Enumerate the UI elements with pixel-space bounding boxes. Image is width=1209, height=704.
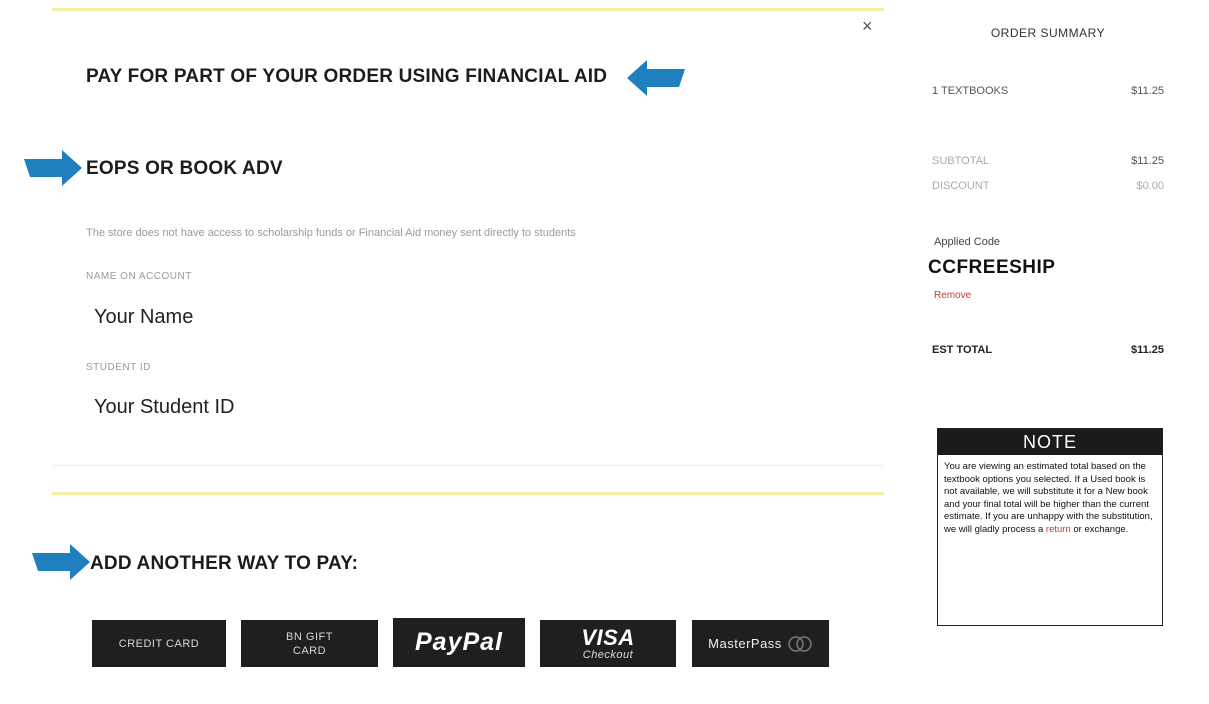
arrow-icon	[32, 544, 90, 580]
summary-items-row: 1 TEXTBOOKS $11.25	[932, 85, 1164, 97]
add-payment-title: ADD ANOTHER WAY TO PAY:	[90, 553, 359, 574]
student-id-input[interactable]	[94, 396, 494, 419]
summary-items-label: 1 TEXTBOOKS	[932, 85, 1009, 97]
visa-logo: VISA	[581, 624, 635, 650]
credit-card-label: CREDIT CARD	[118, 637, 200, 650]
name-on-account-input[interactable]	[94, 306, 494, 329]
gift-card-label-line1: BN GIFT	[286, 630, 333, 643]
arrow-icon	[627, 60, 685, 96]
summary-items-amount: $11.25	[1131, 85, 1164, 97]
financial-aid-title: PAY FOR PART OF YOUR ORDER USING FINANCI…	[86, 66, 608, 87]
masterpass-circles-icon	[788, 635, 812, 652]
student-id-label: STUDENT ID	[86, 362, 151, 373]
financial-aid-disclaimer: The store does not have access to schola…	[86, 227, 576, 239]
eops-title: EOPS OR BOOK ADV	[86, 158, 283, 179]
summary-subtotal-label: SUBTOTAL	[932, 155, 990, 167]
summary-subtotal-row: SUBTOTAL $11.25	[932, 155, 1164, 167]
credit-card-button[interactable]: CREDIT CARD	[92, 620, 226, 667]
faint-divider	[52, 465, 884, 466]
gift-card-label-line2: CARD	[292, 644, 327, 657]
paypal-button[interactable]: PayPal	[393, 618, 525, 667]
gift-card-button[interactable]: BN GIFT CARD	[241, 620, 378, 667]
summary-est-total-row: EST TOTAL $11.25	[932, 344, 1164, 356]
note-body: You are viewing an estimated total based…	[938, 455, 1162, 536]
paypal-logo: PayPal	[414, 628, 503, 656]
bottom-divider	[52, 492, 884, 495]
summary-subtotal-amount: $11.25	[1131, 155, 1164, 167]
remove-code-link[interactable]: Remove	[934, 290, 971, 301]
top-divider	[52, 8, 884, 11]
visa-checkout-button[interactable]: VISA Checkout	[540, 620, 676, 667]
summary-discount-amount: $0.00	[1136, 180, 1164, 192]
note-text-part2: or exchange.	[1070, 523, 1129, 535]
summary-est-total-amount: $11.25	[1130, 344, 1164, 356]
close-icon[interactable]: ×	[862, 16, 873, 37]
order-summary-title: ORDER SUMMARY	[990, 26, 1106, 40]
note-return-link[interactable]: return	[1046, 524, 1071, 535]
arrow-icon	[24, 150, 82, 186]
visa-checkout-label: Checkout	[582, 648, 634, 661]
summary-discount-label: DISCOUNT	[932, 180, 990, 192]
applied-code-value: CCFREESHIP	[928, 257, 1056, 278]
masterpass-label: MasterPass	[708, 636, 782, 651]
summary-est-total-label: EST TOTAL	[932, 344, 993, 356]
applied-code-label: Applied Code	[934, 236, 1001, 248]
masterpass-button[interactable]: MasterPass	[692, 620, 829, 667]
note-title: NOTE	[938, 429, 1162, 455]
name-on-account-label: NAME ON ACCOUNT	[86, 271, 192, 282]
estimate-note: NOTE You are viewing an estimated total …	[937, 428, 1163, 626]
summary-discount-row: DISCOUNT $0.00	[932, 180, 1164, 192]
